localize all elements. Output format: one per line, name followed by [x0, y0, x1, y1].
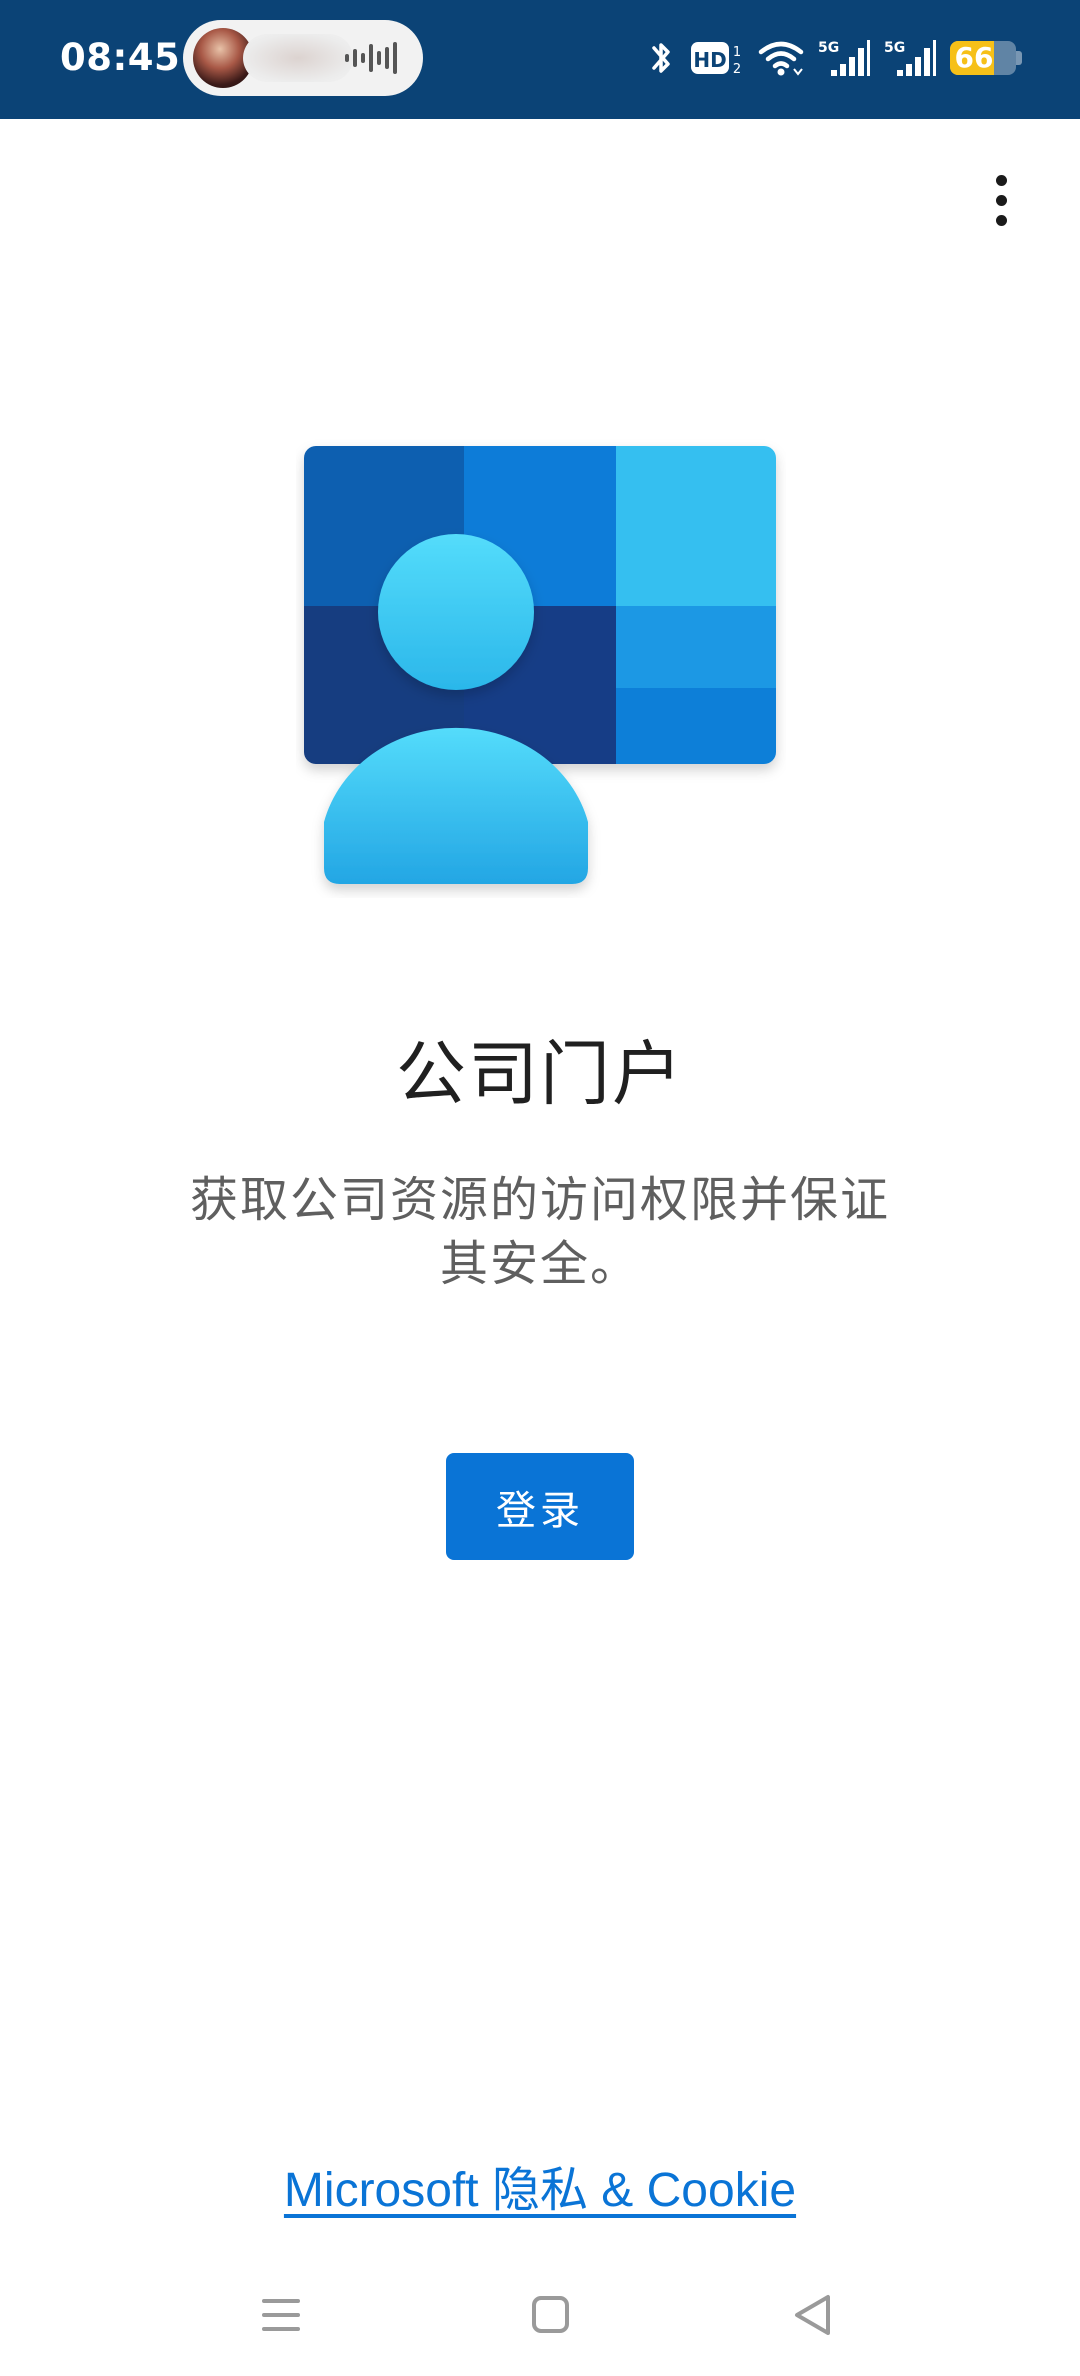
- page-title: 公司门户: [396, 1033, 684, 1115]
- signal-5g-icon: 5G: [884, 40, 936, 76]
- caller-name-blurred: [243, 34, 353, 82]
- svg-text:5G: 5G: [818, 40, 839, 56]
- menu-dot: [995, 174, 1007, 186]
- page-description: 获取公司资源的访问权限并保证其安全。: [189, 1172, 890, 1292]
- menu-dot: [995, 194, 1007, 206]
- bluetooth-icon: [652, 43, 670, 73]
- signal-5g-icon: 5G: [818, 40, 870, 76]
- svg-text:HD: HD: [693, 48, 726, 72]
- menu-icon[interactable]: [241, 2275, 321, 2355]
- privacy-cookie-link[interactable]: Microsoft 隐私 & Cookie: [0, 2150, 1080, 2220]
- back-icon[interactable]: [774, 2275, 854, 2355]
- voice-wave-icon: [345, 42, 397, 74]
- wifi-icon: [758, 41, 804, 76]
- status-bar: 08:45 HD 1 2 5G 5G 66: [0, 0, 1080, 119]
- signin-button[interactable]: 登录: [446, 1453, 634, 1560]
- hd-voice-icon: HD 1 2: [691, 42, 741, 77]
- battery-icon: 66: [950, 41, 1022, 75]
- battery-nub: [1016, 51, 1022, 65]
- status-time: 08:45: [60, 36, 181, 79]
- svg-text:1: 1: [733, 45, 741, 60]
- battery-level: 66: [954, 41, 994, 74]
- more-vertical-icon[interactable]: [975, 160, 1027, 240]
- ongoing-call-pill[interactable]: [183, 20, 423, 96]
- svg-text:2: 2: [733, 62, 741, 77]
- home-icon[interactable]: [510, 2275, 590, 2355]
- tile-board: [304, 446, 776, 764]
- navigation-bar: [0, 2255, 1080, 2376]
- company-portal-logo: [304, 446, 776, 884]
- status-icons: HD 1 2 5G 5G 66: [646, 30, 1022, 86]
- svg-text:5G: 5G: [884, 40, 905, 56]
- menu-dot: [995, 214, 1007, 226]
